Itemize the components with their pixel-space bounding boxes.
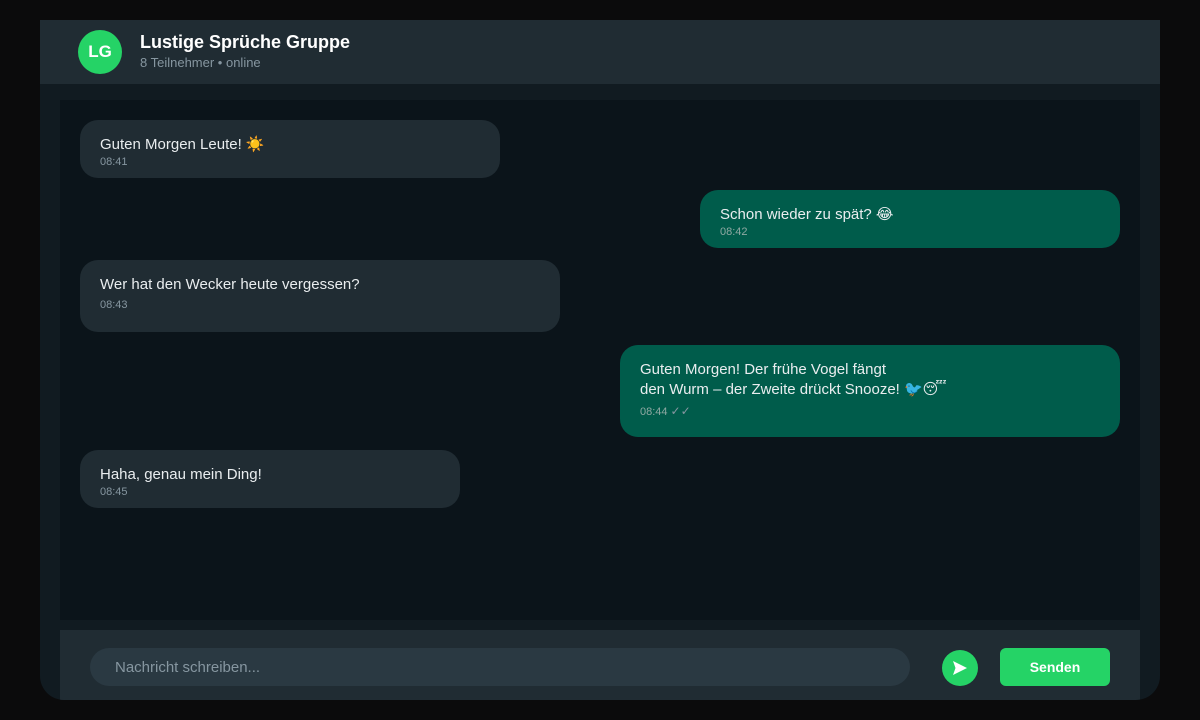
message-time: 08:45 [100, 486, 128, 498]
message-bubble-incoming[interactable]: Wer hat den Wecker heute vergessen? 08:4… [80, 260, 560, 332]
message-bubble-outgoing[interactable]: Schon wieder zu spät? 😂 08:42 [700, 190, 1120, 248]
message-text: Guten Morgen Leute! ☀️ [100, 136, 265, 153]
send-arrow-glyph [953, 661, 967, 675]
message-bubble-incoming[interactable]: Guten Morgen Leute! ☀️ 08:41 [80, 120, 500, 178]
group-status: 8 Teilnehmer • online [140, 55, 261, 70]
read-receipt-icon: ✓✓ [670, 404, 691, 418]
message-time: 08:42 [720, 226, 748, 238]
message-bubble-outgoing[interactable]: Guten Morgen! Der frühe Vogel fängt den … [620, 345, 1120, 437]
composer-bar: Senden [60, 630, 1140, 700]
message-text: Haha, genau mein Ding! [100, 466, 262, 483]
chat-window: LG Lustige Sprüche Gruppe 8 Teilnehmer •… [40, 20, 1160, 700]
message-bubble-incoming[interactable]: Haha, genau mein Ding! 08:45 [80, 450, 460, 508]
message-time-row: 08:44 ✓✓ [640, 404, 1100, 418]
message-text: Guten Morgen! Der frühe Vogel fängt den … [640, 361, 947, 398]
chat-header: LG Lustige Sprüche Gruppe 8 Teilnehmer •… [40, 20, 1160, 84]
message-list[interactable]: Guten Morgen Leute! ☀️ 08:41 Schon wiede… [60, 100, 1140, 620]
message-input[interactable] [90, 648, 910, 686]
message-time: 08:43 [100, 299, 128, 311]
message-time: 08:44 [640, 406, 668, 418]
message-time: 08:41 [100, 156, 128, 168]
send-button[interactable]: Senden [1000, 648, 1110, 686]
send-arrow-icon[interactable] [942, 650, 978, 686]
message-text: Wer hat den Wecker heute vergessen? [100, 276, 360, 293]
message-text: Schon wieder zu spät? 😂 [720, 206, 894, 223]
group-avatar[interactable]: LG [78, 30, 122, 74]
group-title[interactable]: Lustige Sprüche Gruppe [140, 32, 350, 53]
